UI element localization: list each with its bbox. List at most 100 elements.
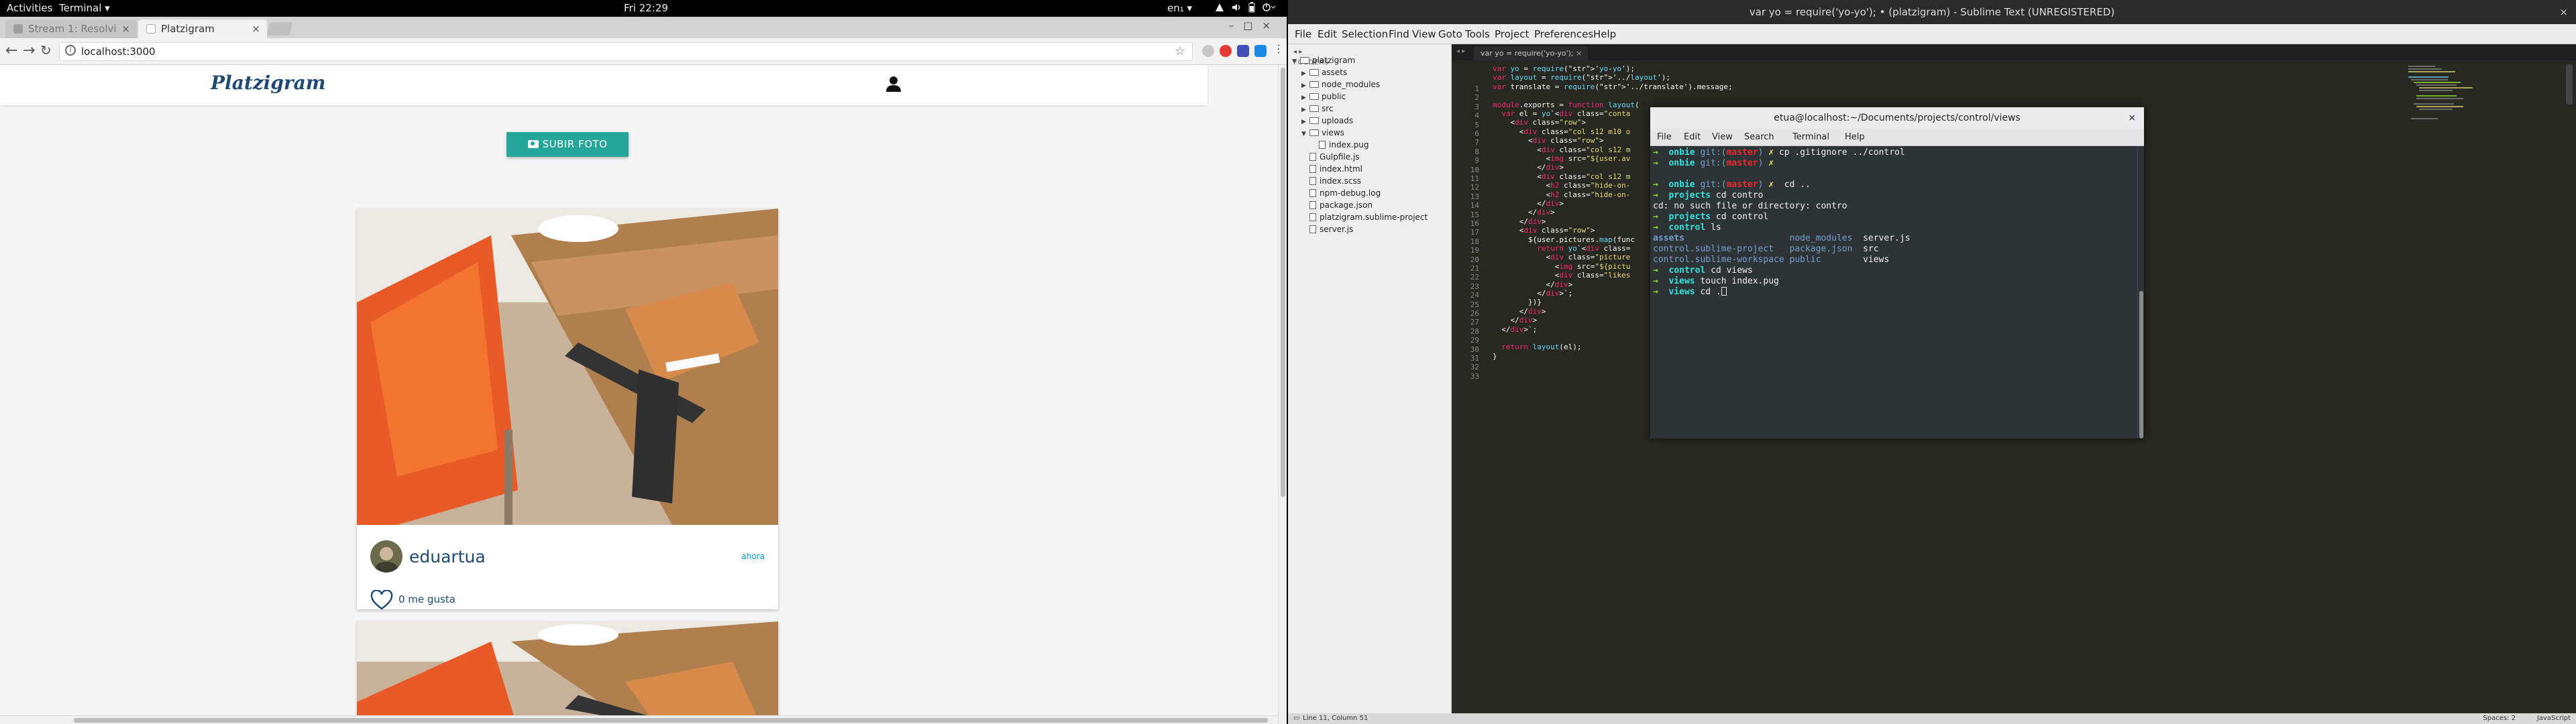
url-text[interactable]: localhost:3000 xyxy=(81,46,156,58)
status-indentation[interactable]: Spaces: 2 xyxy=(2483,715,2516,722)
activities-button[interactable]: Activities xyxy=(7,2,52,14)
brand-logo[interactable]: Platzigram xyxy=(211,72,325,94)
tree-folder[interactable]: ▶ src xyxy=(1301,103,1334,115)
code-line[interactable]: </div> xyxy=(1493,208,1555,217)
menu-goto[interactable]: Goto xyxy=(1438,28,1462,40)
code-line[interactable]: </div> xyxy=(1493,316,1537,324)
term-menu-help[interactable]: Help xyxy=(1845,132,1865,142)
minimize-icon[interactable]: – xyxy=(1229,19,1244,32)
keyboard-layout-indicator[interactable]: en₁ ▾ xyxy=(1167,2,1192,14)
forward-icon[interactable]: → xyxy=(23,42,35,59)
tree-folder[interactable]: ▶ assets xyxy=(1301,67,1347,78)
post-photo[interactable] xyxy=(357,621,778,715)
user-icon[interactable] xyxy=(885,76,902,92)
code-line[interactable]: <img src="${user.av xyxy=(1493,154,1630,163)
close-icon[interactable]: × xyxy=(1262,19,1280,32)
address-bar[interactable]: i localhost:3000 ☆ xyxy=(59,42,1193,61)
code-line[interactable]: return layout(el); xyxy=(1493,343,1581,351)
menu-find[interactable]: Find xyxy=(1389,28,1409,40)
code-line[interactable]: </div> xyxy=(1493,199,1564,208)
status-panel-icon[interactable]: ▭ xyxy=(1293,715,1299,722)
tree-file[interactable]: npm-debug.log xyxy=(1309,188,1381,199)
term-menu-edit[interactable]: Edit xyxy=(1684,132,1701,142)
status-syntax[interactable]: JavaScript xyxy=(2537,715,2571,722)
terminal-output[interactable]: → onbie git:(master) ✗ cp .gitignore ../… xyxy=(1650,146,2137,438)
extension-icon[interactable] xyxy=(1254,45,1267,57)
code-line[interactable]: var el = yo`<div class="conta xyxy=(1493,109,1630,118)
close-icon[interactable]: × xyxy=(2559,0,2568,24)
editor-tab[interactable]: var yo = require('yo-yo'); × xyxy=(1474,46,1588,60)
close-icon[interactable]: × xyxy=(2128,107,2136,129)
tree-file[interactable]: package.json xyxy=(1309,200,1373,211)
code-line[interactable]: </div>`; xyxy=(1493,289,1572,298)
heart-icon[interactable] xyxy=(370,589,393,610)
code-line[interactable]: <div class="row"> xyxy=(1493,118,1586,127)
tab-nav-arrows-icon[interactable]: ◂ ▸ xyxy=(1456,48,1465,55)
tree-folder[interactable]: ▶ public xyxy=(1301,91,1346,103)
network-icon[interactable] xyxy=(1214,2,1225,15)
close-tab-icon[interactable]: × xyxy=(121,19,130,38)
tree-folder[interactable]: ▶ node_modules xyxy=(1301,79,1380,90)
code-line[interactable]: <div class="row"> xyxy=(1493,226,1595,235)
page-vertical-scrollbar[interactable] xyxy=(1278,65,1287,724)
code-line[interactable]: </div>`; xyxy=(1493,325,1537,334)
extension-icon[interactable] xyxy=(1237,45,1249,57)
author-avatar[interactable] xyxy=(370,540,402,572)
extension-icon[interactable] xyxy=(1202,45,1214,57)
menu-selection[interactable]: Selection xyxy=(1342,28,1388,40)
code-line[interactable]: <div class="picture xyxy=(1493,253,1630,261)
term-menu-view[interactable]: View xyxy=(1712,132,1733,142)
code-line[interactable]: <div class="col s12 m10 o xyxy=(1493,127,1631,136)
tree-folder[interactable]: ▼ views xyxy=(1301,127,1344,139)
back-icon[interactable]: ← xyxy=(5,42,17,59)
tree-file[interactable]: server.js xyxy=(1309,224,1353,235)
new-tab-button[interactable] xyxy=(266,22,293,36)
close-tab-icon[interactable]: × xyxy=(252,19,260,38)
term-menu-search[interactable]: Search xyxy=(1744,132,1774,142)
code-line[interactable]: })} xyxy=(1493,298,1542,306)
minimap[interactable] xyxy=(2408,64,2489,131)
code-line[interactable]: </div> xyxy=(1493,307,1546,316)
menu-help[interactable]: Help xyxy=(1593,28,1616,40)
code-line[interactable]: <div class="row"> xyxy=(1493,136,1604,145)
code-line[interactable]: <div class="col s12 m xyxy=(1493,145,1630,154)
terminal-scrollbar[interactable] xyxy=(2137,146,2144,438)
code-line[interactable]: var layout = require("str">'../layout'); xyxy=(1493,73,1670,82)
upload-photo-button[interactable]: SUBIR FOTO xyxy=(506,132,629,157)
code-line[interactable]: <div class="likes xyxy=(1493,271,1631,280)
tree-folder[interactable]: ▼ platzigram xyxy=(1292,55,1355,66)
page-horizontal-scrollbar[interactable] xyxy=(0,715,1278,724)
browser-tab-platzigram[interactable]: Platzigram × xyxy=(138,19,267,38)
app-menu[interactable]: Terminal ▾ xyxy=(59,2,110,14)
code-line[interactable]: var yo = require("str">'yo-yo'); xyxy=(1493,64,1635,73)
author-username[interactable]: eduartua xyxy=(409,547,486,566)
code-line[interactable]: <h2 class="hide-on- xyxy=(1493,181,1630,190)
code-line[interactable]: ${user.pictures.map(func xyxy=(1493,235,1635,244)
scrollbar-thumb[interactable] xyxy=(2139,291,2143,438)
close-tab-icon[interactable]: × xyxy=(1576,49,1582,58)
menu-project[interactable]: Project xyxy=(1495,28,1529,40)
tree-folder[interactable]: ▶ uploads xyxy=(1301,115,1353,127)
tree-file[interactable]: platzigram.sublime-project xyxy=(1309,212,1428,223)
editor-scrollbar[interactable] xyxy=(2566,64,2573,105)
power-menu-icon[interactable] xyxy=(1261,2,1276,15)
menu-edit[interactable]: Edit xyxy=(1318,28,1337,40)
code-line[interactable]: </div> xyxy=(1493,280,1572,289)
code-line[interactable]: module.exports = function layout( xyxy=(1493,101,1640,109)
scrollbar-thumb[interactable] xyxy=(74,718,1268,723)
tree-file[interactable]: Gulpfile.js xyxy=(1309,152,1360,163)
code-line[interactable]: </div> xyxy=(1493,163,1564,172)
menu-view[interactable]: View xyxy=(1412,28,1436,40)
code-line[interactable]: <img src="${pictu xyxy=(1493,262,1631,271)
tree-file[interactable]: index.pug xyxy=(1319,139,1368,151)
battery-icon[interactable] xyxy=(1248,2,1256,15)
chrome-menu-icon[interactable]: ⋮ xyxy=(1273,42,1284,55)
site-info-icon[interactable]: i xyxy=(65,45,76,56)
code-line[interactable]: </div> xyxy=(1493,217,1546,226)
code-line[interactable]: var translate = require("str">'../transl… xyxy=(1493,82,1733,91)
term-menu-file[interactable]: File xyxy=(1657,132,1672,142)
code-line[interactable]: } xyxy=(1493,352,1497,361)
clock[interactable]: Fri 22:29 xyxy=(624,2,668,14)
tree-file[interactable]: index.scss xyxy=(1309,176,1361,187)
code-line[interactable]: <h2 class="hide-on- xyxy=(1493,190,1630,199)
